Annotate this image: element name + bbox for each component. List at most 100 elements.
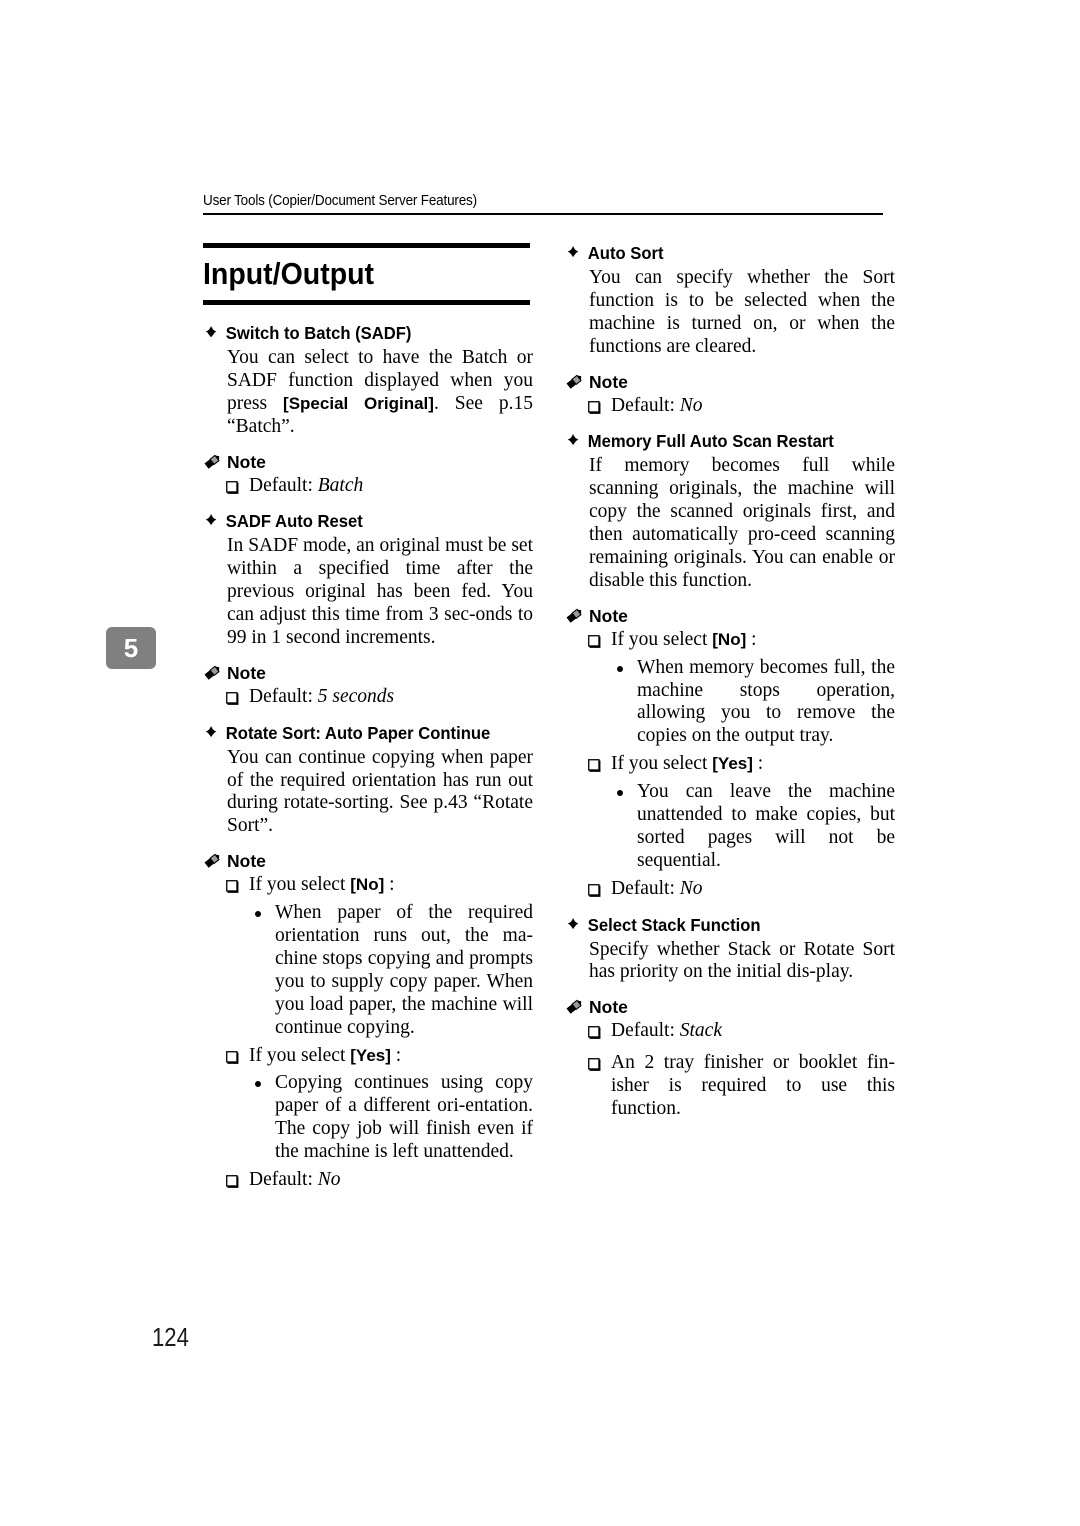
setting-description: If memory becomes full while scanning or… bbox=[589, 455, 895, 591]
note-entry-text: Default: bbox=[611, 394, 680, 416]
note-entry-text: Default: bbox=[249, 1169, 318, 1191]
checkbox-bullet-icon bbox=[588, 1058, 601, 1072]
note-entry-text: Default: bbox=[611, 1020, 680, 1042]
note-entry: If you select [Yes] : bbox=[565, 753, 895, 776]
header-divider bbox=[203, 213, 883, 215]
note-entry-value: No bbox=[317, 1169, 341, 1191]
note-entry: Default: Stack bbox=[565, 1020, 895, 1043]
setting-item: SADF Auto Reset In SADF mode, an origina… bbox=[203, 511, 533, 708]
setting-heading-label: Memory Full Auto Scan Restart bbox=[587, 431, 834, 452]
setting-heading: Switch to Batch (SADF) bbox=[203, 323, 517, 345]
checkbox-bullet-icon bbox=[226, 880, 239, 894]
round-bullet-icon bbox=[617, 790, 623, 797]
note-label-text: Note bbox=[227, 662, 266, 683]
note-entry-suffix: : bbox=[752, 753, 764, 775]
section-rule-bottom bbox=[203, 300, 530, 305]
diamond-bullet-icon bbox=[567, 434, 579, 446]
diamond-bullet-icon bbox=[205, 725, 217, 737]
setting-description: You can specify whether the Sort functio… bbox=[589, 266, 895, 357]
note-label: Note bbox=[565, 372, 895, 393]
note-entry-text: If you select bbox=[611, 753, 713, 775]
note-entry-text: Default: bbox=[249, 474, 318, 496]
note-block: Note Default: No bbox=[565, 372, 895, 418]
note-label-text: Note bbox=[227, 451, 266, 472]
right-column: Auto Sort You can specify whether the So… bbox=[565, 243, 895, 1123]
chapter-tab-number: 5 bbox=[123, 632, 139, 663]
note-entry-suffix: : bbox=[384, 874, 395, 896]
note-entry-suffix: : bbox=[390, 1044, 402, 1066]
note-entry-value: 5 seconds bbox=[317, 685, 395, 707]
pencil-note-icon bbox=[566, 374, 582, 389]
round-bullet-icon bbox=[255, 1081, 261, 1088]
note-label: Note bbox=[203, 663, 533, 684]
note-entry: An 2 tray finisher or booklet fin-isher … bbox=[565, 1052, 895, 1121]
pencil-note-icon bbox=[566, 608, 582, 623]
bullet-text: Copying continues using copy paper of a … bbox=[275, 1072, 533, 1163]
note-entry: Default: 5 seconds bbox=[203, 686, 533, 709]
ui-term: [Yes] bbox=[350, 1045, 391, 1065]
setting-heading-label: Switch to Batch (SADF) bbox=[225, 323, 412, 343]
round-bullet-icon bbox=[255, 911, 261, 918]
note-entry-value: Batch bbox=[317, 474, 364, 496]
setting-item: Auto Sort You can specify whether the So… bbox=[565, 243, 895, 417]
note-label-text: Note bbox=[589, 371, 628, 392]
setting-description: In SADF mode, an original must be set wi… bbox=[227, 535, 533, 648]
bullet-text: When paper of the required orientation r… bbox=[275, 902, 533, 1038]
checkbox-bullet-icon bbox=[588, 759, 601, 773]
checkbox-bullet-icon bbox=[588, 400, 601, 414]
ui-term: [No] bbox=[712, 629, 747, 649]
note-label-text: Note bbox=[589, 997, 628, 1018]
note-block: Note If you select [No] : When memory be… bbox=[565, 606, 895, 901]
diamond-bullet-icon bbox=[205, 326, 217, 338]
note-entry-suffix: : bbox=[746, 628, 757, 650]
ui-term: [Yes] bbox=[712, 754, 753, 774]
bullet-item: When paper of the required orientation r… bbox=[203, 902, 533, 1039]
ui-term: [No] bbox=[350, 875, 385, 895]
setting-description: Specify whether Stack or Rotate Sort has… bbox=[589, 938, 895, 983]
round-bullet-icon bbox=[617, 665, 623, 672]
note-entry: Default: No bbox=[565, 395, 895, 418]
note-block: Note Default: Batch bbox=[203, 452, 533, 498]
note-label-text: Note bbox=[589, 605, 628, 626]
section-heading: Input/Output bbox=[203, 243, 533, 305]
note-entry: Default: Batch bbox=[203, 475, 533, 498]
setting-heading-label: Auto Sort bbox=[587, 243, 664, 263]
note-entry-text: An 2 tray finisher or booklet fin-isher … bbox=[611, 1052, 895, 1120]
bullet-item: Copying continues using copy paper of a … bbox=[203, 1072, 533, 1164]
note-entry-value: No bbox=[679, 394, 703, 416]
setting-heading: Auto Sort bbox=[565, 243, 879, 265]
note-label: Note bbox=[203, 452, 533, 473]
setting-heading: SADF Auto Reset bbox=[203, 511, 517, 533]
checkbox-bullet-icon bbox=[588, 1026, 601, 1040]
pencil-note-icon bbox=[566, 1000, 582, 1015]
note-entry-text: If you select bbox=[249, 874, 351, 896]
note-entry: If you select [Yes] : bbox=[203, 1045, 533, 1068]
pencil-note-icon bbox=[204, 454, 220, 469]
setting-heading: Memory Full Auto Scan Restart bbox=[565, 431, 879, 453]
ui-term: [Special Original] bbox=[283, 393, 434, 413]
note-entry-text: Default: bbox=[611, 877, 680, 899]
setting-item: Memory Full Auto Scan Restart If memory … bbox=[565, 431, 895, 900]
bullet-item: When memory becomes full, the machine st… bbox=[565, 657, 895, 749]
diamond-bullet-icon bbox=[205, 514, 217, 526]
checkbox-bullet-icon bbox=[226, 480, 239, 494]
setting-item: Switch to Batch (SADF) You can select to… bbox=[203, 323, 533, 497]
pencil-note-icon bbox=[204, 665, 220, 680]
note-label: Note bbox=[565, 606, 895, 627]
setting-description: You can continue copying when paper of t… bbox=[227, 746, 533, 837]
checkbox-bullet-icon bbox=[588, 634, 601, 648]
setting-item: Select Stack Function Specify whether St… bbox=[565, 915, 895, 1121]
setting-heading: Select Stack Function bbox=[565, 915, 879, 937]
setting-description: You can select to have the Batch or SADF… bbox=[203, 347, 533, 439]
note-entry: If you select [No] : bbox=[203, 874, 533, 897]
note-entry-value: No bbox=[679, 877, 703, 899]
checkbox-bullet-icon bbox=[226, 1050, 239, 1064]
diamond-bullet-icon bbox=[567, 917, 579, 929]
note-entry: If you select [No] : bbox=[565, 629, 895, 652]
document-page: User Tools (Copier/Document Server Featu… bbox=[0, 0, 1080, 1526]
setting-heading-label: Rotate Sort: Auto Paper Continue bbox=[225, 722, 491, 743]
note-label: Note bbox=[565, 997, 895, 1018]
bullet-text: You can leave the machine unattended to … bbox=[637, 781, 895, 871]
note-block: Note Default: Stack An 2 tray finisher o… bbox=[565, 997, 895, 1121]
note-entry-value: Stack bbox=[679, 1020, 722, 1042]
